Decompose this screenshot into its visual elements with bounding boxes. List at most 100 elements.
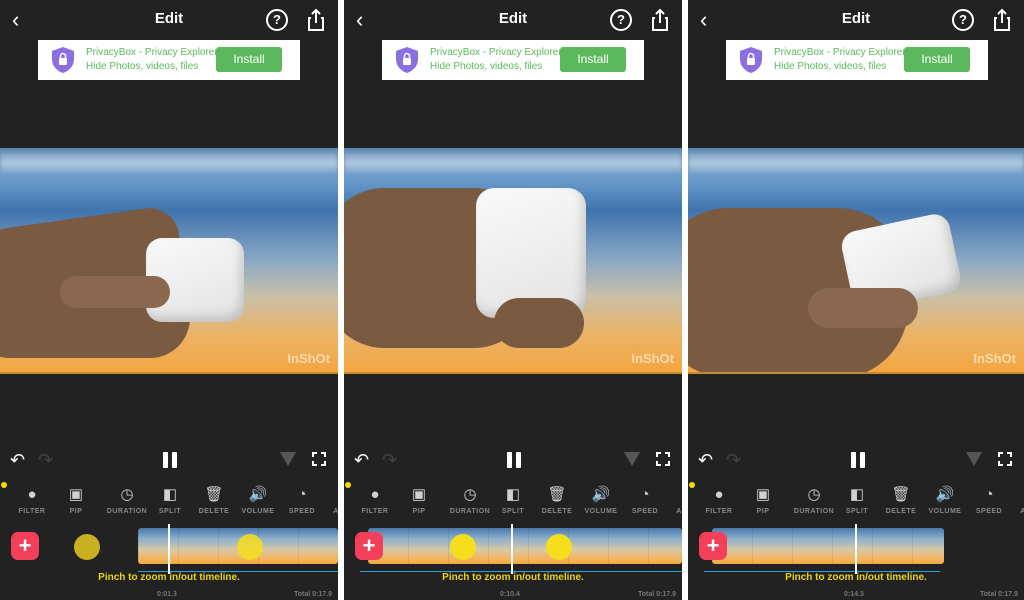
tool-animation[interactable]: ANI [661,482,682,515]
tool-delete[interactable]: 🗑 DELETE [879,482,923,515]
playhead[interactable] [855,524,857,574]
undo-button[interactable]: ↶ [354,450,369,471]
animation-icon [318,482,338,506]
tool-filter[interactable]: ● FILTER [697,482,741,516]
ad-install-button[interactable]: Install [560,47,626,72]
pause-button[interactable] [163,452,177,468]
tool-bar: ● FILTER ▣ PIP ◷ DURATION ◧ SPLIT 🗑 DELETE 🔊 V… [344,482,683,522]
keyframe-icon[interactable] [966,452,982,466]
playback-controls: ↶ ↷ [0,450,338,470]
tool-delete[interactable]: 🗑 DELETE [192,482,236,515]
trash-icon: 🗑 [891,486,911,503]
ad-title: PrivacyBox - Privacy Explorer [430,47,562,58]
current-time: 0:01.3 [157,591,177,598]
fullscreen-icon[interactable] [998,452,1012,466]
help-button[interactable]: ? [266,9,288,31]
redo-button[interactable]: ↷ [726,450,741,471]
tool-split[interactable]: ◧ SPLIT [148,482,192,515]
tool-pip[interactable]: ▣ PIP [54,482,98,515]
split-icon: ◧ [505,486,521,503]
pinch-hint: Pinch to zoom in/out timeline. [98,572,240,583]
add-clip-button[interactable]: + [355,532,383,560]
inshot-watermark[interactable]: InShOt [973,351,1016,366]
tool-volume[interactable]: 🔊 VOLUME [923,482,967,515]
redo-button[interactable]: ↷ [382,450,397,471]
fullscreen-icon[interactable] [656,452,670,466]
fullscreen-icon[interactable] [312,452,326,466]
video-preview[interactable]: InShOt [688,148,1024,372]
playhead[interactable] [511,524,513,574]
tool-pip[interactable]: ▣ PIP [741,482,785,515]
split-icon: ◧ [849,486,865,503]
video-divider [688,372,1024,374]
tool-duration[interactable]: ◷ DURATION [792,482,836,515]
tool-filter[interactable]: ● FILTER [353,482,397,516]
split-icon: ◧ [162,486,178,503]
sky-clouds [0,152,338,174]
keyframe-icon[interactable] [280,452,296,466]
privacy-shield-icon [740,47,762,73]
top-bar: ‹ Edit ? [0,0,338,40]
tool-split[interactable]: ◧ SPLIT [835,482,879,515]
tool-animation[interactable]: ANI [318,482,338,515]
filter-icon: ● [27,485,37,503]
undo-button[interactable]: ↶ [10,450,25,471]
ad-banner[interactable]: PrivacyBox - Privacy Explorer Hide Photo… [382,40,644,80]
tool-duration[interactable]: ◷ DURATION [105,482,149,515]
timeline-strip[interactable] [368,528,682,564]
timeline-strip[interactable] [712,528,944,564]
ad-install-button[interactable]: Install [216,47,282,72]
ad-title: PrivacyBox - Privacy Explorer [86,47,218,58]
sky-clouds [688,152,1024,174]
total-duration: Total 0:17.9 [294,591,332,598]
volume-icon: 🔊 [591,486,611,503]
tool-filter[interactable]: ● FILTER [10,482,54,516]
ad-banner[interactable]: PrivacyBox - Privacy Explorer Hide Photo… [38,40,300,80]
tool-animation[interactable]: ANI [1005,482,1024,515]
clock-icon: ◷ [120,486,134,503]
top-bar: ‹ Edit ? [344,0,682,40]
pip-icon: ▣ [411,486,427,503]
editor-screen-3: ‹ Edit ? PrivacyBox - Privacy Explorer H… [688,0,1024,600]
total-duration: Total 0:17.9 [638,591,676,598]
help-icon: ? [273,12,281,27]
tool-volume[interactable]: 🔊 VOLUME [236,482,280,515]
video-preview[interactable]: InShOt [0,148,338,372]
volume-icon: 🔊 [935,486,955,503]
ad-install-button[interactable]: Install [904,47,970,72]
inshot-watermark[interactable]: InShOt [287,351,330,366]
trash-icon: 🗑 [547,486,567,503]
help-icon: ? [959,12,967,27]
tool-volume[interactable]: 🔊 VOLUME [579,482,623,515]
tool-split[interactable]: ◧ SPLIT [491,482,535,515]
playback-controls: ↶ ↷ [344,450,682,470]
ad-banner[interactable]: PrivacyBox - Privacy Explorer Hide Photo… [726,40,988,80]
pip-icon: ▣ [755,486,771,503]
tool-pip[interactable]: ▣ PIP [397,482,441,515]
playhead[interactable] [168,524,170,574]
touch-indicator [74,534,100,560]
pause-button[interactable] [851,452,865,468]
tool-duration[interactable]: ◷ DURATION [448,482,492,515]
tool-delete[interactable]: 🗑 DELETE [535,482,579,515]
current-time: 0:14.3 [844,591,864,598]
help-button[interactable]: ? [610,9,632,31]
keyframe-icon[interactable] [624,452,640,466]
undo-button[interactable]: ↶ [698,450,713,471]
pause-button[interactable] [507,452,521,468]
add-clip-button[interactable]: + [11,532,39,560]
share-icon[interactable] [306,8,326,32]
total-duration: Total 0:17.9 [980,591,1018,598]
touch-indicator [546,534,572,560]
inshot-watermark[interactable]: InShOt [631,351,674,366]
share-icon[interactable] [992,8,1012,32]
volume-icon: 🔊 [248,486,268,503]
redo-button[interactable]: ↷ [38,450,53,471]
video-divider [0,372,338,374]
ad-title: PrivacyBox - Privacy Explorer [774,47,906,58]
video-preview[interactable]: InShOt [344,148,682,372]
share-icon[interactable] [650,8,670,32]
add-clip-button[interactable]: + [699,532,727,560]
help-button[interactable]: ? [952,9,974,31]
editor-screen-1: ‹ Edit ? PrivacyBox - Privacy Explorer H… [0,0,338,600]
